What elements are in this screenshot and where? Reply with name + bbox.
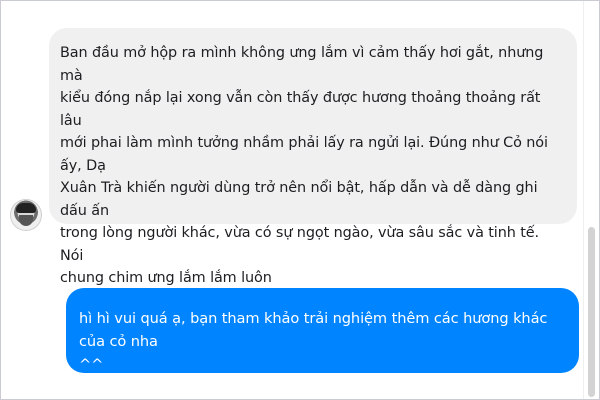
scrollbar-thumb[interactable] [588,227,595,397]
chat-window: Ban đầu mở hộp ra mình không ưng lắm vì … [0,0,600,400]
message-thread[interactable]: Ban đầu mở hộp ra mình không ưng lắm vì … [1,1,583,399]
sent-message-bubble: hì hì vui quá ạ, bạn tham khảo trải nghi… [66,288,579,373]
sender-avatar[interactable] [10,199,42,231]
message-scrollbar[interactable] [583,1,599,399]
received-message-bubble: Ban đầu mở hộp ra mình không ưng lắm vì … [49,28,577,286]
